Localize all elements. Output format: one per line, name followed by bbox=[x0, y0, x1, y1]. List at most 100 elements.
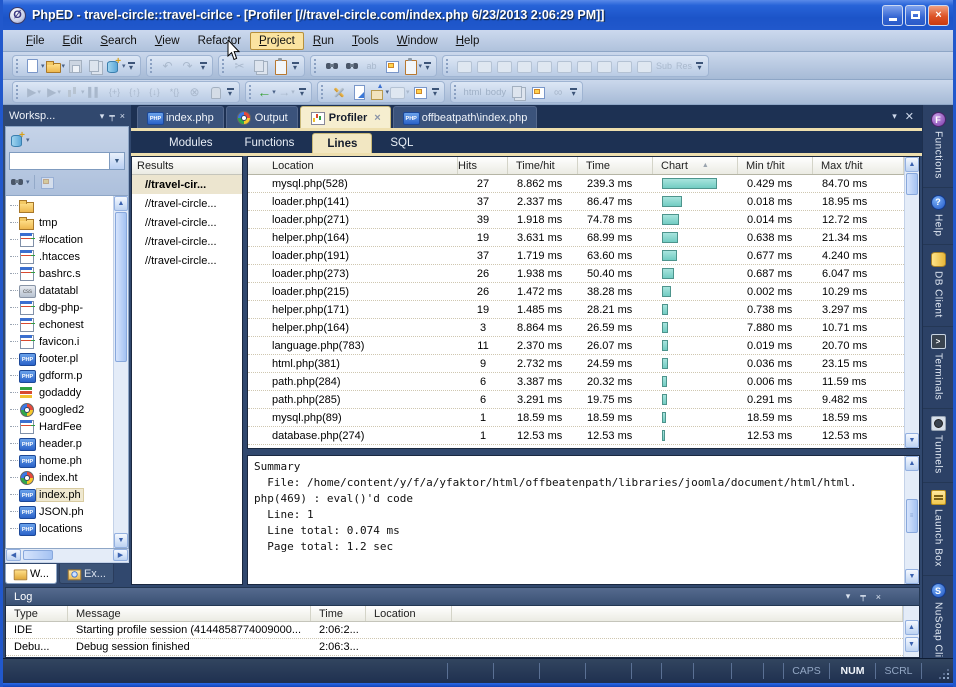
scroll-up-icon[interactable]: ▲ bbox=[114, 196, 128, 211]
maximize-button[interactable] bbox=[905, 5, 926, 26]
scroll-up-icon[interactable]: ▲ bbox=[905, 157, 919, 172]
column-header-min-t-hit[interactable]: Min t/hit bbox=[738, 157, 813, 174]
scroll-thumb[interactable] bbox=[906, 173, 918, 195]
tree-item-index-ph[interactable]: index.ph bbox=[6, 486, 113, 503]
log-column-header-location[interactable]: Location bbox=[366, 606, 452, 621]
tree-item-locations[interactable]: locations bbox=[6, 520, 113, 537]
scroll-down-icon[interactable]: ▼ bbox=[905, 637, 919, 652]
log-row[interactable]: Debu...Debug session finished2:06:3... bbox=[6, 639, 903, 656]
column-header-time-hit[interactable]: Time/hit bbox=[508, 157, 578, 174]
profiler-tab-modules[interactable]: Modules bbox=[155, 133, 226, 153]
toolbar-overflow-icon[interactable]: ▾ bbox=[570, 88, 577, 96]
chevron-down-icon[interactable]: ▾ bbox=[100, 111, 105, 122]
chevron-down-icon[interactable]: ▼ bbox=[109, 153, 124, 169]
column-header-hits[interactable]: Hits bbox=[458, 157, 508, 174]
column-header-max-t-hit[interactable]: Max t/hit bbox=[813, 157, 904, 174]
log-column-header-message[interactable]: Message bbox=[68, 606, 311, 621]
log-scrollbar[interactable]: ▲ ▼ bbox=[903, 606, 919, 657]
table-row[interactable]: helper.php(171)191.485 ms28.21 ms0.738 m… bbox=[248, 301, 904, 319]
toolbar-overflow-icon[interactable]: ▾ bbox=[424, 62, 431, 70]
table-row[interactable]: loader.php(141)372.337 ms86.47 ms0.018 m… bbox=[248, 193, 904, 211]
tab-list-icon[interactable]: ▾ bbox=[892, 111, 897, 122]
result-item[interactable]: //travel-circle... bbox=[132, 213, 242, 232]
table-row[interactable]: html.php(381)92.732 ms24.59 ms0.036 ms23… bbox=[248, 355, 904, 373]
result-item[interactable]: //travel-circle... bbox=[132, 232, 242, 251]
tree-item-json-ph[interactable]: JSON.ph bbox=[6, 503, 113, 520]
table-row[interactable]: loader.php(273)261.938 ms50.40 ms0.687 m… bbox=[248, 265, 904, 283]
chevron-down-icon[interactable]: ▾ bbox=[291, 88, 295, 96]
publish-button[interactable]: ▾ bbox=[369, 83, 390, 102]
tree-item--htacces[interactable]: .htacces bbox=[6, 248, 113, 265]
dock-tab-terminals[interactable]: >Terminals bbox=[923, 327, 953, 409]
find-icon[interactable] bbox=[9, 174, 25, 190]
tree-item-googled2[interactable]: googled2 bbox=[6, 401, 113, 418]
body-tag-button[interactable]: body bbox=[484, 83, 509, 102]
new-file-button[interactable]: ▾ bbox=[24, 56, 45, 75]
table-row[interactable]: path.php(285)63.291 ms19.75 ms0.291 ms9.… bbox=[248, 391, 904, 409]
tree-item-tmp[interactable]: tmp bbox=[6, 214, 113, 231]
tree-item-footer-pl[interactable]: footer.pl bbox=[6, 350, 113, 367]
scroll-thumb[interactable] bbox=[115, 212, 127, 362]
scroll-left-icon[interactable]: ◀ bbox=[6, 549, 21, 561]
chevron-down-icon[interactable]: ▾ bbox=[122, 62, 126, 70]
table-row[interactable]: mysql.php(89)118.59 ms18.59 ms18.59 ms18… bbox=[248, 409, 904, 427]
profiler-tab-sql[interactable]: SQL bbox=[376, 133, 427, 153]
toolbar-overflow-icon[interactable]: ▾ bbox=[299, 88, 306, 96]
table-row[interactable]: language.php(783)112.370 ms26.07 ms0.019… bbox=[248, 337, 904, 355]
menu-help[interactable]: Help bbox=[447, 32, 489, 50]
menu-file[interactable]: File bbox=[17, 32, 54, 50]
find-button[interactable] bbox=[322, 56, 342, 75]
column-header-location[interactable]: Location bbox=[248, 157, 458, 174]
table-row[interactable]: database.php(274)112.53 ms12.53 ms12.53 … bbox=[248, 427, 904, 445]
dock-tab-functions[interactable]: FFunctions bbox=[923, 105, 953, 188]
log-column-header-type[interactable]: Type bbox=[6, 606, 68, 621]
menu-refactor[interactable]: Refactor bbox=[189, 32, 250, 50]
new-db-connection-button[interactable]: ▾ bbox=[105, 56, 126, 75]
toolbar-overflow-icon[interactable]: ▾ bbox=[696, 62, 703, 70]
pin-icon[interactable]: ┯ bbox=[860, 591, 865, 602]
tree-scrollbar[interactable]: ▲ ▼ bbox=[113, 196, 128, 548]
tree-item-gdform-p[interactable]: gdform.p bbox=[6, 367, 113, 384]
dock-tab-launch-box[interactable]: Launch Box bbox=[923, 483, 953, 576]
table-row[interactable]: loader.php(271)391.918 ms74.78 ms0.014 m… bbox=[248, 211, 904, 229]
summary-scrollbar[interactable]: ▲ ≡ ▼ bbox=[904, 456, 919, 584]
menu-window[interactable]: Window bbox=[388, 32, 447, 50]
log-column-header-time[interactable]: Time bbox=[311, 606, 366, 621]
tree-item--location[interactable]: #location bbox=[6, 231, 113, 248]
scroll-up-icon[interactable]: ▲ bbox=[905, 620, 919, 635]
resize-grip[interactable] bbox=[935, 659, 953, 683]
profiler-tab-functions[interactable]: Functions bbox=[230, 133, 308, 153]
workspace-filter-combobox[interactable]: ▼ bbox=[9, 152, 125, 170]
tree-item-echonest[interactable]: echonest bbox=[6, 316, 113, 333]
toolbar-grip[interactable] bbox=[16, 59, 20, 73]
tree-item-hardfee[interactable]: HardFee bbox=[6, 418, 113, 435]
tree-item-bashrc-s[interactable]: bashrc.s bbox=[6, 265, 113, 282]
menu-edit[interactable]: Edit bbox=[54, 32, 92, 50]
close-icon[interactable]: × bbox=[374, 112, 380, 124]
toolbar-grip[interactable] bbox=[150, 59, 154, 73]
toolbar-grip[interactable] bbox=[446, 59, 450, 73]
tree-hscrollbar[interactable]: ◀ ▶ bbox=[5, 549, 129, 563]
chevron-down-icon[interactable]: ▾ bbox=[81, 88, 85, 96]
chevron-down-icon[interactable]: ▾ bbox=[26, 178, 30, 186]
clipboard-history-button[interactable]: ▾ bbox=[402, 56, 423, 75]
navigate-back-button[interactable]: ←▾ bbox=[257, 83, 277, 102]
tree-item-datatabl[interactable]: datatabl bbox=[6, 282, 113, 299]
scroll-thumb[interactable]: ≡ bbox=[906, 499, 918, 533]
menu-view[interactable]: View bbox=[146, 32, 189, 50]
dock-tab-help[interactable]: ?Help bbox=[923, 188, 953, 246]
select-frame-button[interactable] bbox=[382, 56, 402, 75]
chevron-down-icon[interactable]: ▾ bbox=[846, 591, 851, 602]
project-properties-button[interactable] bbox=[349, 83, 369, 102]
close-icon[interactable]: × bbox=[876, 592, 881, 602]
menu-run[interactable]: Run bbox=[304, 32, 343, 50]
doc-tab-index-php[interactable]: index.php bbox=[137, 106, 224, 128]
close-icon[interactable]: ✕ bbox=[905, 110, 914, 123]
toolbar-grip[interactable] bbox=[454, 85, 458, 99]
table-row[interactable]: mysql.php(528)278.862 ms239.3 ms0.429 ms… bbox=[248, 175, 904, 193]
tree-item[interactable] bbox=[6, 197, 113, 214]
close-icon[interactable]: × bbox=[120, 111, 125, 121]
doc-tab-output[interactable]: Output bbox=[226, 106, 298, 128]
result-item[interactable]: //travel-cir... bbox=[132, 175, 242, 194]
dock-tab-db-client[interactable]: DB Client bbox=[923, 245, 953, 327]
